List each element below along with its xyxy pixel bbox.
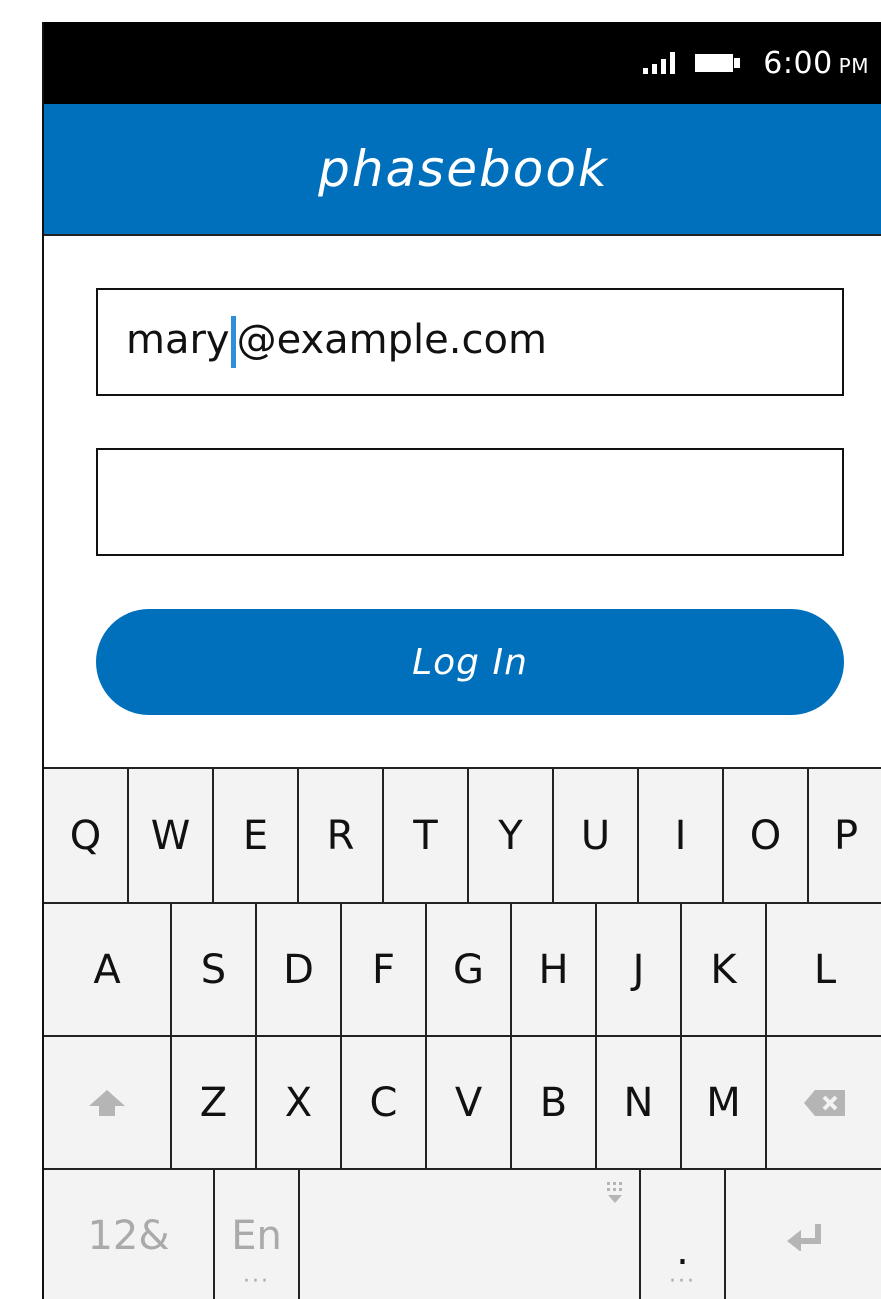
language-key[interactable]: En ··· (215, 1170, 300, 1299)
email-field[interactable]: mary @example.com (96, 288, 844, 396)
key-v[interactable]: V (427, 1037, 512, 1168)
key-l[interactable]: L (767, 904, 881, 1035)
key-q[interactable]: Q (44, 769, 129, 902)
key-h[interactable]: H (512, 904, 597, 1035)
key-p[interactable]: P (809, 769, 881, 902)
key-u[interactable]: U (554, 769, 639, 902)
virtual-keyboard: Q W E R T Y U I O P A S D F G H J K L Z … (44, 767, 881, 1299)
key-j[interactable]: J (597, 904, 682, 1035)
key-n[interactable]: N (597, 1037, 682, 1168)
text-caret (230, 316, 236, 368)
key-k[interactable]: K (682, 904, 767, 1035)
key-s[interactable]: S (172, 904, 257, 1035)
backspace-key[interactable] (767, 1037, 881, 1168)
key-y[interactable]: Y (469, 769, 554, 902)
period-key-label: . (676, 1227, 689, 1274)
status-time: 6:00 PM (763, 46, 869, 81)
key-f[interactable]: F (342, 904, 427, 1035)
backspace-icon (804, 1089, 845, 1116)
email-field-value: mary @example.com (126, 316, 547, 368)
battery-icon (695, 54, 741, 72)
key-c[interactable]: C (342, 1037, 427, 1168)
key-g[interactable]: G (427, 904, 512, 1035)
key-e[interactable]: E (214, 769, 299, 902)
key-w[interactable]: W (129, 769, 214, 902)
keyboard-row-3: Z X C V B N M (44, 1037, 881, 1170)
key-b[interactable]: B (512, 1037, 597, 1168)
key-i[interactable]: I (639, 769, 724, 902)
enter-key[interactable] (726, 1170, 881, 1299)
signal-icon (643, 52, 676, 74)
app-title: phasebook (318, 140, 609, 198)
key-x[interactable]: X (257, 1037, 342, 1168)
key-z[interactable]: Z (172, 1037, 257, 1168)
key-m[interactable]: M (682, 1037, 767, 1168)
keyboard-row-1: Q W E R T Y U I O P (44, 769, 881, 904)
app-header: phasebook (44, 104, 881, 236)
period-key[interactable]: . ··· (641, 1170, 726, 1299)
language-key-label: En (231, 1212, 282, 1259)
keyboard-row-2: A S D F G H J K L (44, 904, 881, 1037)
status-bar: 6:00 PM (44, 22, 881, 104)
login-button[interactable]: Log In (96, 609, 844, 715)
language-more-indicator: ··· (243, 1269, 270, 1294)
shift-arrow-icon (89, 1089, 125, 1116)
shift-key[interactable] (44, 1037, 172, 1168)
punctuation-more-indicator: ··· (669, 1269, 696, 1294)
time-ampm: PM (838, 53, 869, 78)
keyboard-row-4: 12& En ··· . ··· (44, 1170, 881, 1299)
key-t[interactable]: T (384, 769, 469, 902)
keyboard-switch-icon (607, 1182, 622, 1203)
login-button-label: Log In (412, 641, 528, 683)
numbers-symbols-key[interactable]: 12& (44, 1170, 215, 1299)
space-key[interactable] (300, 1170, 641, 1299)
password-field[interactable] (96, 448, 844, 556)
key-d[interactable]: D (257, 904, 342, 1035)
key-r[interactable]: R (299, 769, 384, 902)
phone-screen: 6:00 PM phasebook mary @example.com Log In… (42, 22, 881, 1299)
time-value: 6:00 (763, 45, 833, 81)
key-o[interactable]: O (724, 769, 809, 902)
key-a[interactable]: A (44, 904, 172, 1035)
enter-icon (786, 1223, 821, 1251)
